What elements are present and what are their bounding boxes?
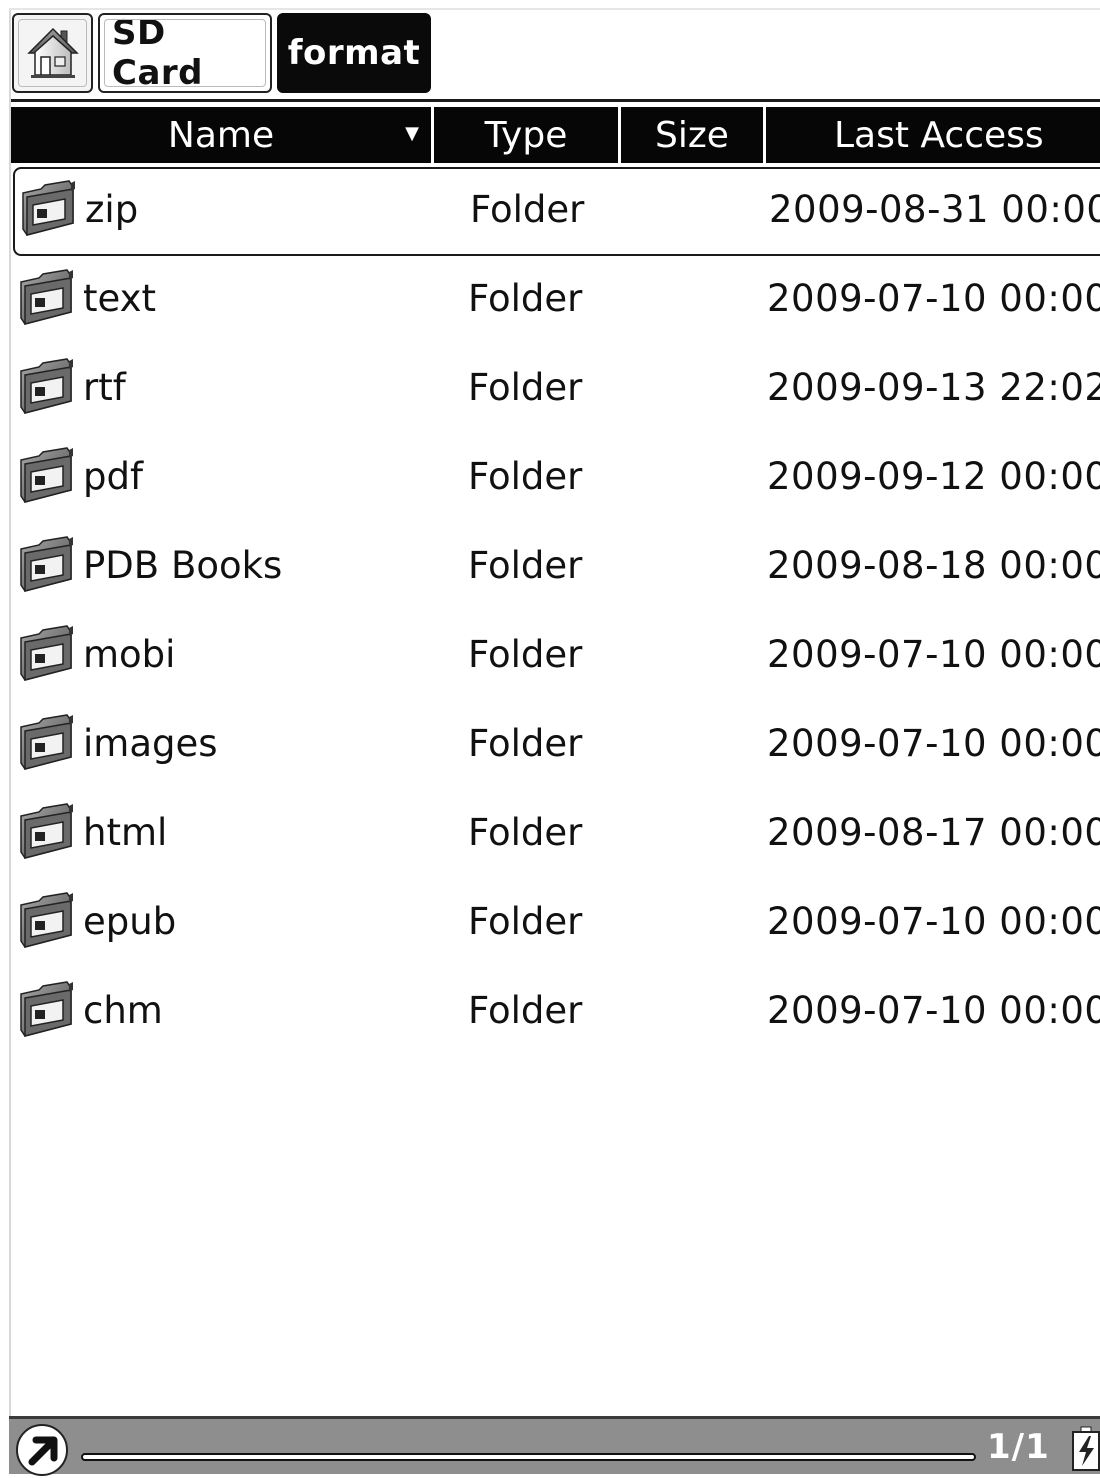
folder-icon — [20, 447, 73, 503]
folder-icon — [20, 892, 73, 948]
file-type: Folder — [468, 811, 583, 854]
folder-icon — [20, 625, 73, 681]
file-row-rtf[interactable]: rtf Folder 2009-09-13 22:02 — [11, 345, 1100, 434]
column-header-name[interactable]: Name ▼ — [11, 107, 431, 163]
header-divider — [11, 99, 1100, 102]
file-type: Folder — [468, 455, 583, 498]
battery-charging-icon — [1072, 1426, 1100, 1471]
column-header-size-label: Size — [655, 114, 729, 156]
menu-button[interactable] — [16, 1424, 68, 1476]
folder-icon — [20, 803, 73, 859]
home-button[interactable] — [12, 13, 93, 93]
top-border — [9, 8, 1100, 10]
file-type: Folder — [468, 277, 583, 320]
file-type: Folder — [468, 366, 583, 409]
breadcrumb-sd-card-label: SD Card — [112, 13, 204, 93]
file-row-text[interactable]: text Folder 2009-07-10 00:00 — [11, 256, 1100, 345]
file-type: Folder — [468, 544, 583, 587]
file-name: text — [83, 277, 157, 320]
file-type: Folder — [468, 633, 583, 676]
breadcrumb-sd-card[interactable]: SD Card — [98, 13, 272, 93]
file-last-access: 2009-09-13 22:02 — [767, 366, 1100, 409]
page-progress-bar — [81, 1453, 976, 1461]
file-type: Folder — [468, 722, 583, 765]
file-name: epub — [83, 900, 177, 943]
file-type: Folder — [470, 188, 585, 231]
home-icon — [26, 27, 79, 78]
column-header-name-label: Name — [167, 114, 275, 156]
column-header-last-access-label: Last Access — [834, 114, 1044, 156]
file-list: zip Folder 2009-08-31 00:00 text Folder … — [11, 167, 1100, 1057]
folder-icon — [20, 269, 73, 325]
file-name: PDB Books — [83, 544, 283, 587]
file-last-access: 2009-08-17 00:00 — [767, 811, 1100, 854]
folder-icon — [22, 180, 75, 236]
file-last-access: 2009-07-10 00:00 — [767, 633, 1100, 676]
file-row-images[interactable]: images Folder 2009-07-10 00:00 — [11, 701, 1100, 790]
column-header-type-label: Type — [484, 114, 568, 156]
file-row-zip[interactable]: zip Folder 2009-08-31 00:00 — [13, 167, 1100, 256]
file-name: zip — [85, 188, 139, 231]
file-name: mobi — [83, 633, 176, 676]
file-row-epub[interactable]: epub Folder 2009-07-10 00:00 — [11, 879, 1100, 968]
folder-icon — [20, 358, 73, 414]
column-header-last-access[interactable]: Last Access — [766, 107, 1100, 163]
file-row-chm[interactable]: chm Folder 2009-07-10 00:00 — [11, 968, 1100, 1057]
status-bar: 1/1 — [9, 1416, 1100, 1476]
file-name: html — [83, 811, 168, 854]
file-last-access: 2009-07-10 00:00 — [767, 722, 1100, 765]
folder-icon — [20, 714, 73, 770]
breadcrumb: SD Card format — [12, 13, 431, 97]
breadcrumb-format[interactable]: format — [277, 13, 431, 93]
file-name: rtf — [83, 366, 126, 409]
arrow-up-right-icon — [28, 1436, 58, 1466]
column-header-row: Name ▼ Type Size Last Access — [11, 107, 1100, 163]
file-row-mobi[interactable]: mobi Folder 2009-07-10 00:00 — [11, 612, 1100, 701]
file-row-html[interactable]: html Folder 2009-08-17 00:00 — [11, 790, 1100, 879]
column-header-type[interactable]: Type — [434, 107, 618, 163]
sort-descending-icon: ▼ — [405, 123, 419, 144]
file-last-access: 2009-08-18 00:00 — [767, 544, 1100, 587]
file-last-access: 2009-07-10 00:00 — [767, 900, 1100, 943]
file-row-pdf[interactable]: pdf Folder 2009-09-12 00:00 — [11, 434, 1100, 523]
breadcrumb-format-label: format — [287, 33, 421, 73]
page-indicator: 1/1 — [987, 1427, 1050, 1467]
file-name: pdf — [83, 455, 143, 498]
file-last-access: 2009-08-31 00:00 — [769, 188, 1100, 231]
file-type: Folder — [468, 989, 583, 1032]
column-header-size[interactable]: Size — [621, 107, 763, 163]
file-type: Folder — [468, 900, 583, 943]
file-name: images — [83, 722, 218, 765]
file-row-pdb-books[interactable]: PDB Books Folder 2009-08-18 00:00 — [11, 523, 1100, 612]
folder-icon — [20, 981, 73, 1037]
folder-icon — [20, 536, 73, 592]
file-last-access: 2009-09-12 00:00 — [767, 455, 1100, 498]
file-name: chm — [83, 989, 163, 1032]
file-last-access: 2009-07-10 00:00 — [767, 277, 1100, 320]
file-last-access: 2009-07-10 00:00 — [767, 989, 1100, 1032]
